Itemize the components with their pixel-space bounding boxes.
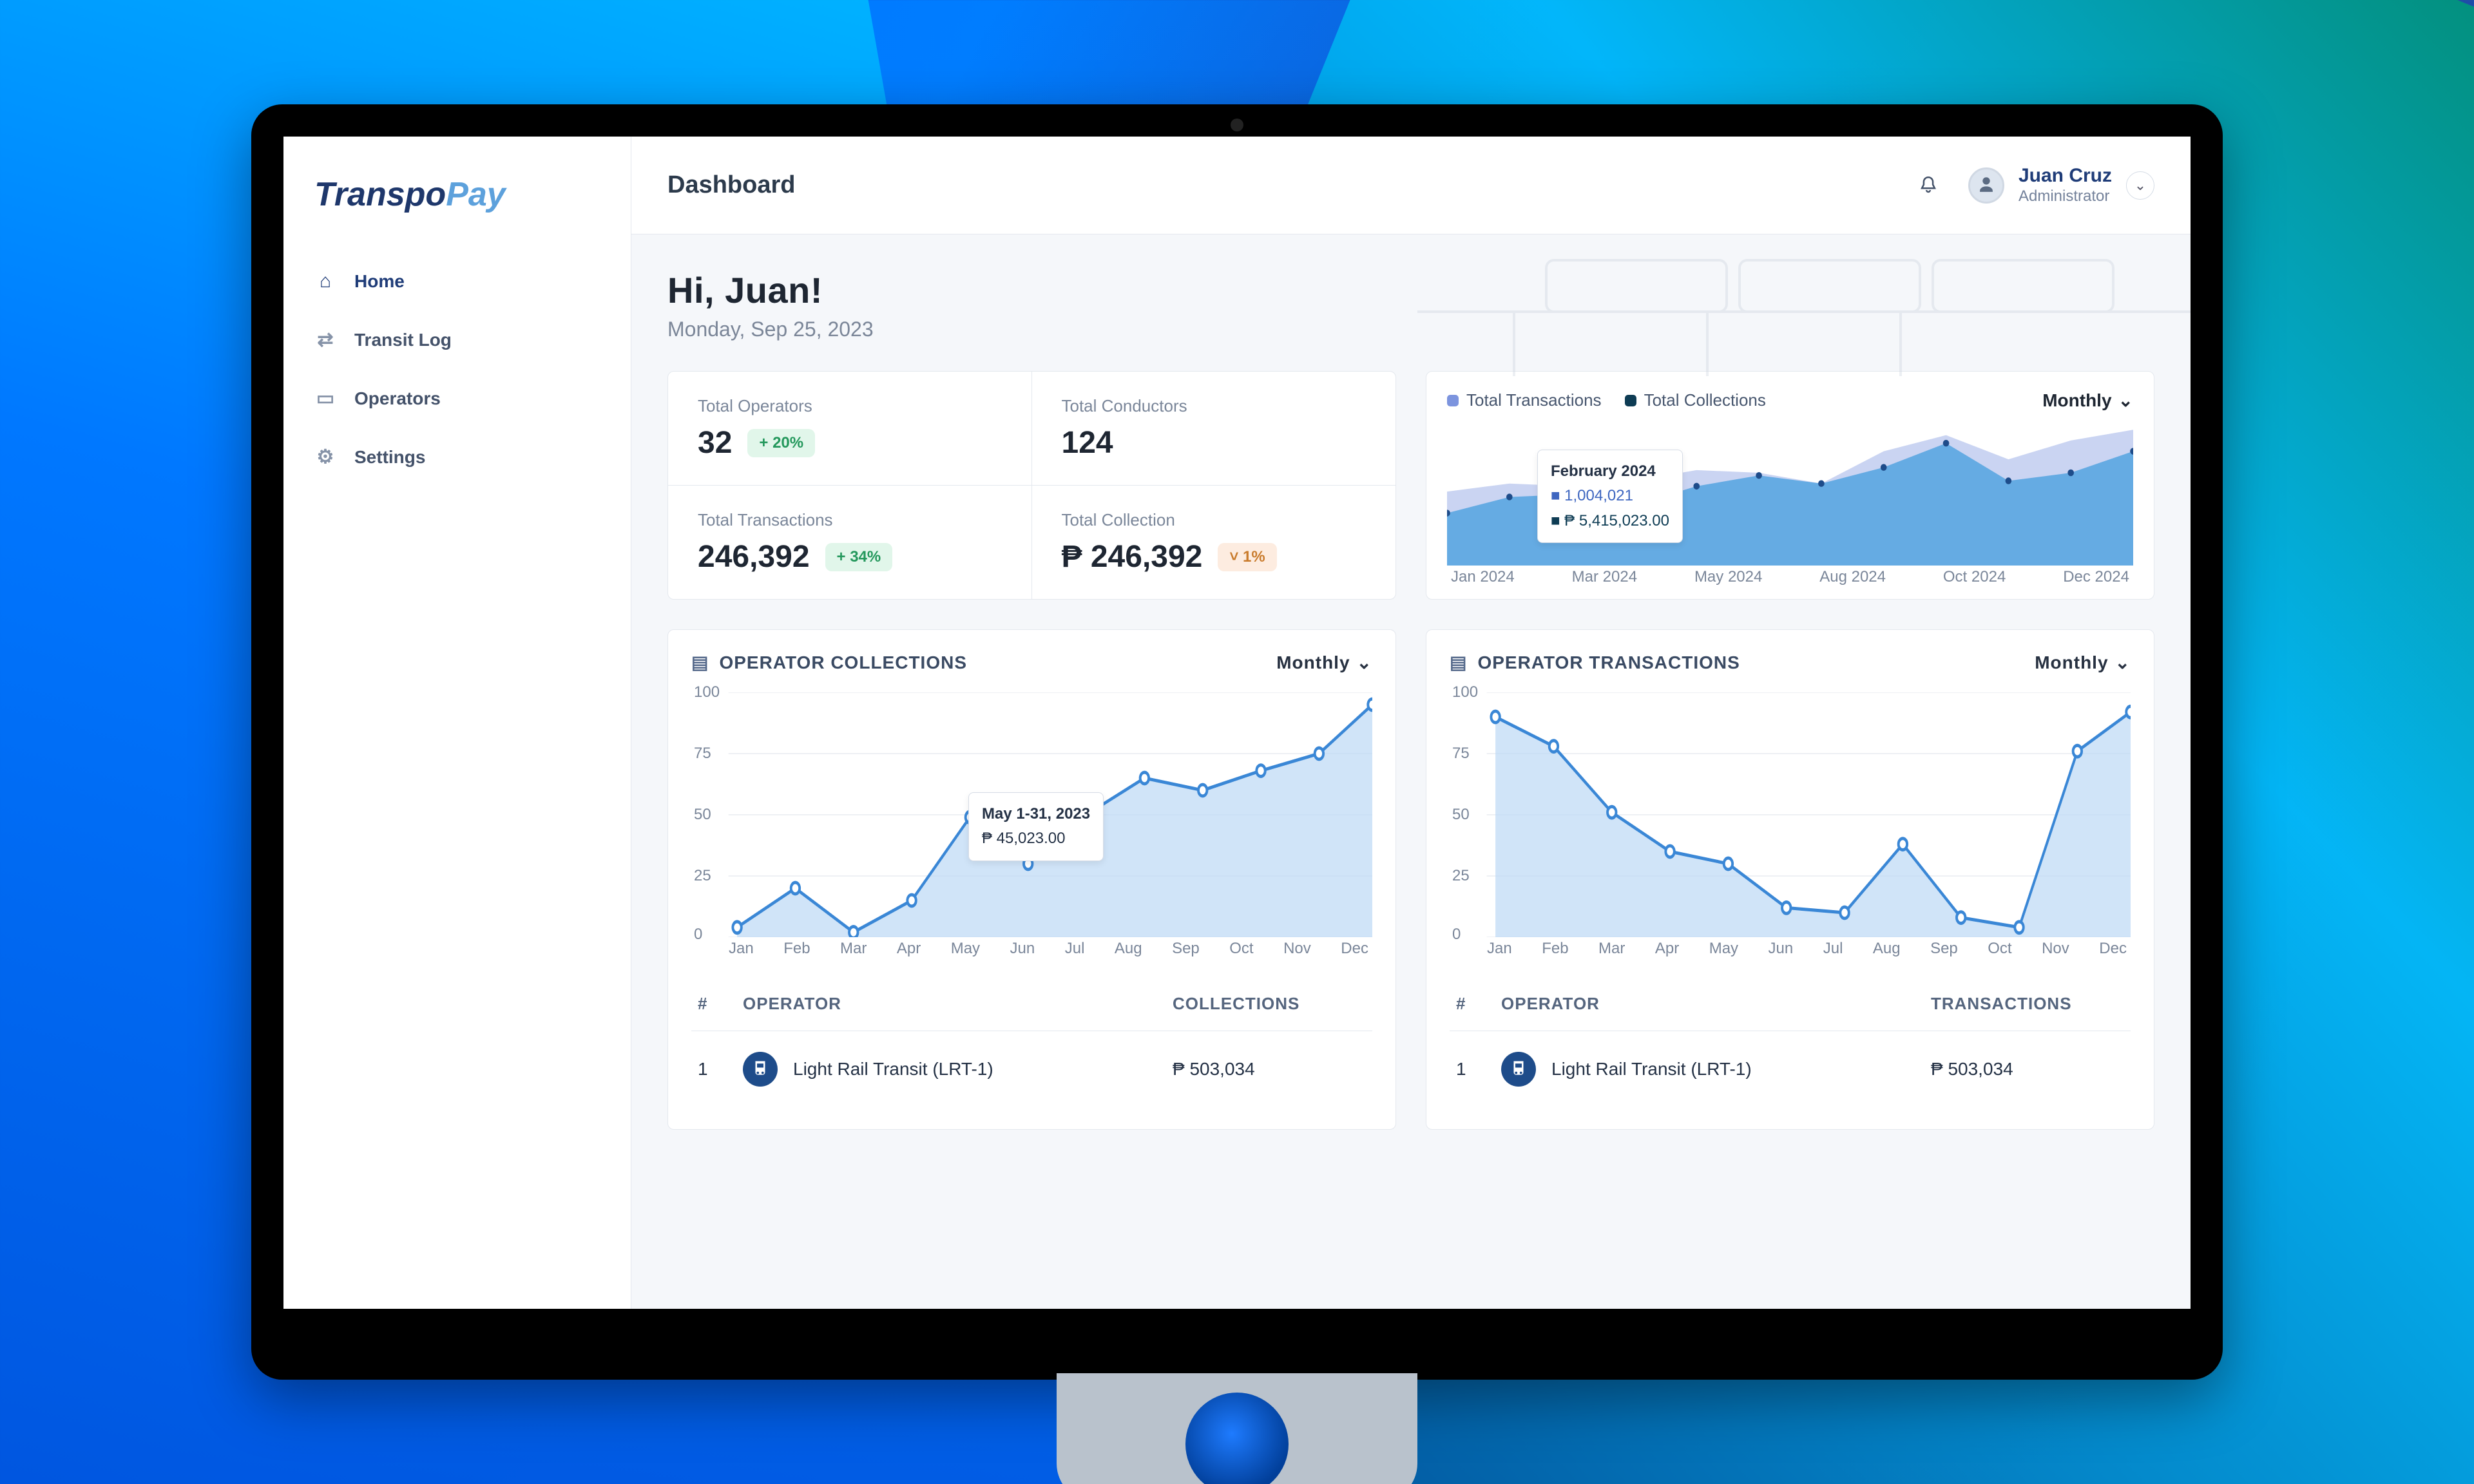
- train-icon: [1501, 1052, 1536, 1087]
- chevron-down-icon: ⌄: [2118, 390, 2133, 411]
- page-title: Dashboard: [667, 171, 795, 199]
- stat-label: Total Transactions: [698, 510, 1002, 530]
- train-icon: [743, 1052, 778, 1087]
- gear-icon: ⚙: [314, 446, 336, 468]
- overview-x-axis: Jan 2024 Mar 2024 May 2024 Aug 2024 Oct …: [1447, 566, 2133, 586]
- sidebar: TranspoPay ⌂ Home ⇄ Transit Log ▭ Operat…: [283, 137, 631, 1309]
- logo-part2: Pay: [446, 176, 506, 213]
- stat-value: 32: [698, 425, 732, 461]
- chevron-down-icon: ⌄: [2115, 652, 2131, 673]
- col-header: OPERATOR: [743, 994, 1173, 1014]
- ticket-icon: ▭: [314, 387, 336, 410]
- greeting: Hi, Juan!: [667, 269, 2154, 311]
- topbar: Dashboard Juan Cruz Administrator ⌄: [631, 137, 2191, 234]
- overview-chart-tooltip: February 2024 ■ 1,004,021 ■ ₱ 5,415,023.…: [1537, 450, 1683, 543]
- stat-label: Total Operators: [698, 396, 1002, 416]
- transactions-table: # OPERATOR TRANSACTIONS 1 Light Rail Tra…: [1450, 977, 2131, 1107]
- legend-collections: Total Collections: [1625, 390, 1766, 410]
- stat-label: Total Conductors: [1062, 396, 1366, 416]
- sidebar-item-label: Operators: [354, 388, 441, 409]
- panel-title: OPERATOR TRANSACTIONS: [1477, 652, 1740, 673]
- overview-period-dropdown[interactable]: Monthly ⌄: [2042, 390, 2133, 411]
- content: Hi, Juan! Monday, Sep 25, 2023 Total Ope…: [631, 234, 2191, 1309]
- receipt-icon: ▤: [1450, 652, 1467, 673]
- panel-title: OPERATOR COLLECTIONS: [719, 652, 967, 673]
- transactions-chart[interactable]: 100 75 50 25 0: [1450, 692, 2131, 937]
- avatar: [1968, 167, 2004, 204]
- skyline-decoration: [631, 234, 2191, 389]
- chevron-down-icon: ⌄: [2126, 171, 2154, 200]
- col-header: #: [698, 994, 743, 1014]
- swap-icon: ⇄: [314, 328, 336, 351]
- chevron-down-icon: ⌄: [1357, 652, 1372, 673]
- stat-value: ₱ 246,392: [1062, 539, 1203, 575]
- sidebar-item-home[interactable]: ⌂ Home: [283, 252, 631, 310]
- overview-chart-card: Total Transactions Total Collections Mon…: [1426, 371, 2154, 600]
- sidebar-item-transit-log[interactable]: ⇄ Transit Log: [283, 310, 631, 369]
- sidebar-item-label: Settings: [354, 447, 425, 468]
- app-logo: TranspoPay: [283, 175, 631, 252]
- sidebar-item-operators[interactable]: ▭ Operators: [283, 369, 631, 428]
- table-row[interactable]: 1 Light Rail Transit (LRT-1) ₱ 503,034: [1450, 1031, 2131, 1107]
- legend-dot-icon: [1447, 395, 1459, 406]
- home-icon: ⌂: [314, 271, 336, 292]
- screen: TranspoPay ⌂ Home ⇄ Transit Log ▭ Operat…: [283, 137, 2191, 1309]
- stat-total-operators: Total Operators 32 + 20%: [668, 372, 1032, 486]
- collections-period-dropdown[interactable]: Monthly ⌄: [1276, 652, 1372, 673]
- user-role: Administrator: [2019, 187, 2112, 205]
- monitor-stand: [1057, 1373, 1417, 1484]
- transactions-panel: ▤ OPERATOR TRANSACTIONS Monthly ⌄ 100 75…: [1426, 629, 2154, 1130]
- stat-label: Total Collection: [1062, 510, 1366, 530]
- collections-panel: ▤ OPERATOR COLLECTIONS Monthly ⌄ 100 75 …: [667, 629, 1396, 1130]
- sidebar-item-label: Home: [354, 271, 405, 292]
- collections-chart-tooltip: May 1-31, 2023 ₱ 45,023.00: [968, 792, 1104, 861]
- col-header: COLLECTIONS: [1173, 994, 1366, 1014]
- sidebar-item-label: Transit Log: [354, 330, 452, 350]
- col-header: TRANSACTIONS: [1931, 994, 2124, 1014]
- col-header: OPERATOR: [1501, 994, 1931, 1014]
- stat-total-transactions: Total Transactions 246,392 + 34%: [668, 486, 1032, 599]
- logo-part1: Transpo: [314, 176, 446, 213]
- user-menu-button[interactable]: Juan Cruz Administrator ⌄: [1968, 165, 2154, 205]
- stat-chip: + 34%: [825, 543, 893, 571]
- transactions-x-axis: JanFeb MarApr MayJun JulAug SepOct NovDe…: [1450, 937, 2131, 958]
- wallet-icon: ▤: [691, 652, 709, 673]
- collections-table: # OPERATOR COLLECTIONS 1 Light Rail Tran…: [691, 977, 1372, 1107]
- bell-icon: [1917, 175, 1939, 196]
- stat-value: 124: [1062, 425, 1113, 461]
- greeting-date: Monday, Sep 25, 2023: [667, 318, 2154, 341]
- collections-x-axis: JanFeb MarApr MayJun JulAug SepOct NovDe…: [691, 937, 1372, 958]
- user-icon: [1975, 175, 1997, 196]
- sidebar-item-settings[interactable]: ⚙ Settings: [283, 428, 631, 486]
- monitor-camera: [1231, 119, 1243, 131]
- notification-bell-button[interactable]: [1914, 171, 1942, 200]
- transactions-period-dropdown[interactable]: Monthly ⌄: [2035, 652, 2131, 673]
- user-name: Juan Cruz: [2019, 165, 2112, 187]
- stats-panel: Total Operators 32 + 20% Total Conductor…: [667, 371, 1396, 600]
- stat-total-collection: Total Collection ₱ 246,392 ˅ 1%: [1032, 486, 1396, 599]
- table-row[interactable]: 1 Light Rail Transit (LRT-1) ₱ 503,034: [691, 1031, 1372, 1107]
- stat-value: 246,392: [698, 539, 810, 575]
- stat-chip: ˅ 1%: [1218, 543, 1276, 571]
- legend-dot-icon: [1625, 395, 1636, 406]
- legend-transactions: Total Transactions: [1447, 390, 1602, 410]
- monitor-bezel: TranspoPay ⌂ Home ⇄ Transit Log ▭ Operat…: [251, 104, 2223, 1380]
- stat-chip: + 20%: [747, 429, 815, 457]
- overview-chart[interactable]: February 2024 ■ 1,004,021 ■ ₱ 5,415,023.…: [1447, 411, 2133, 566]
- main-column: Dashboard Juan Cruz Administrator ⌄: [631, 137, 2191, 1309]
- collections-chart[interactable]: 100 75 50 25 0: [691, 692, 1372, 937]
- col-header: #: [1456, 994, 1501, 1014]
- stat-total-conductors: Total Conductors 124: [1032, 372, 1396, 486]
